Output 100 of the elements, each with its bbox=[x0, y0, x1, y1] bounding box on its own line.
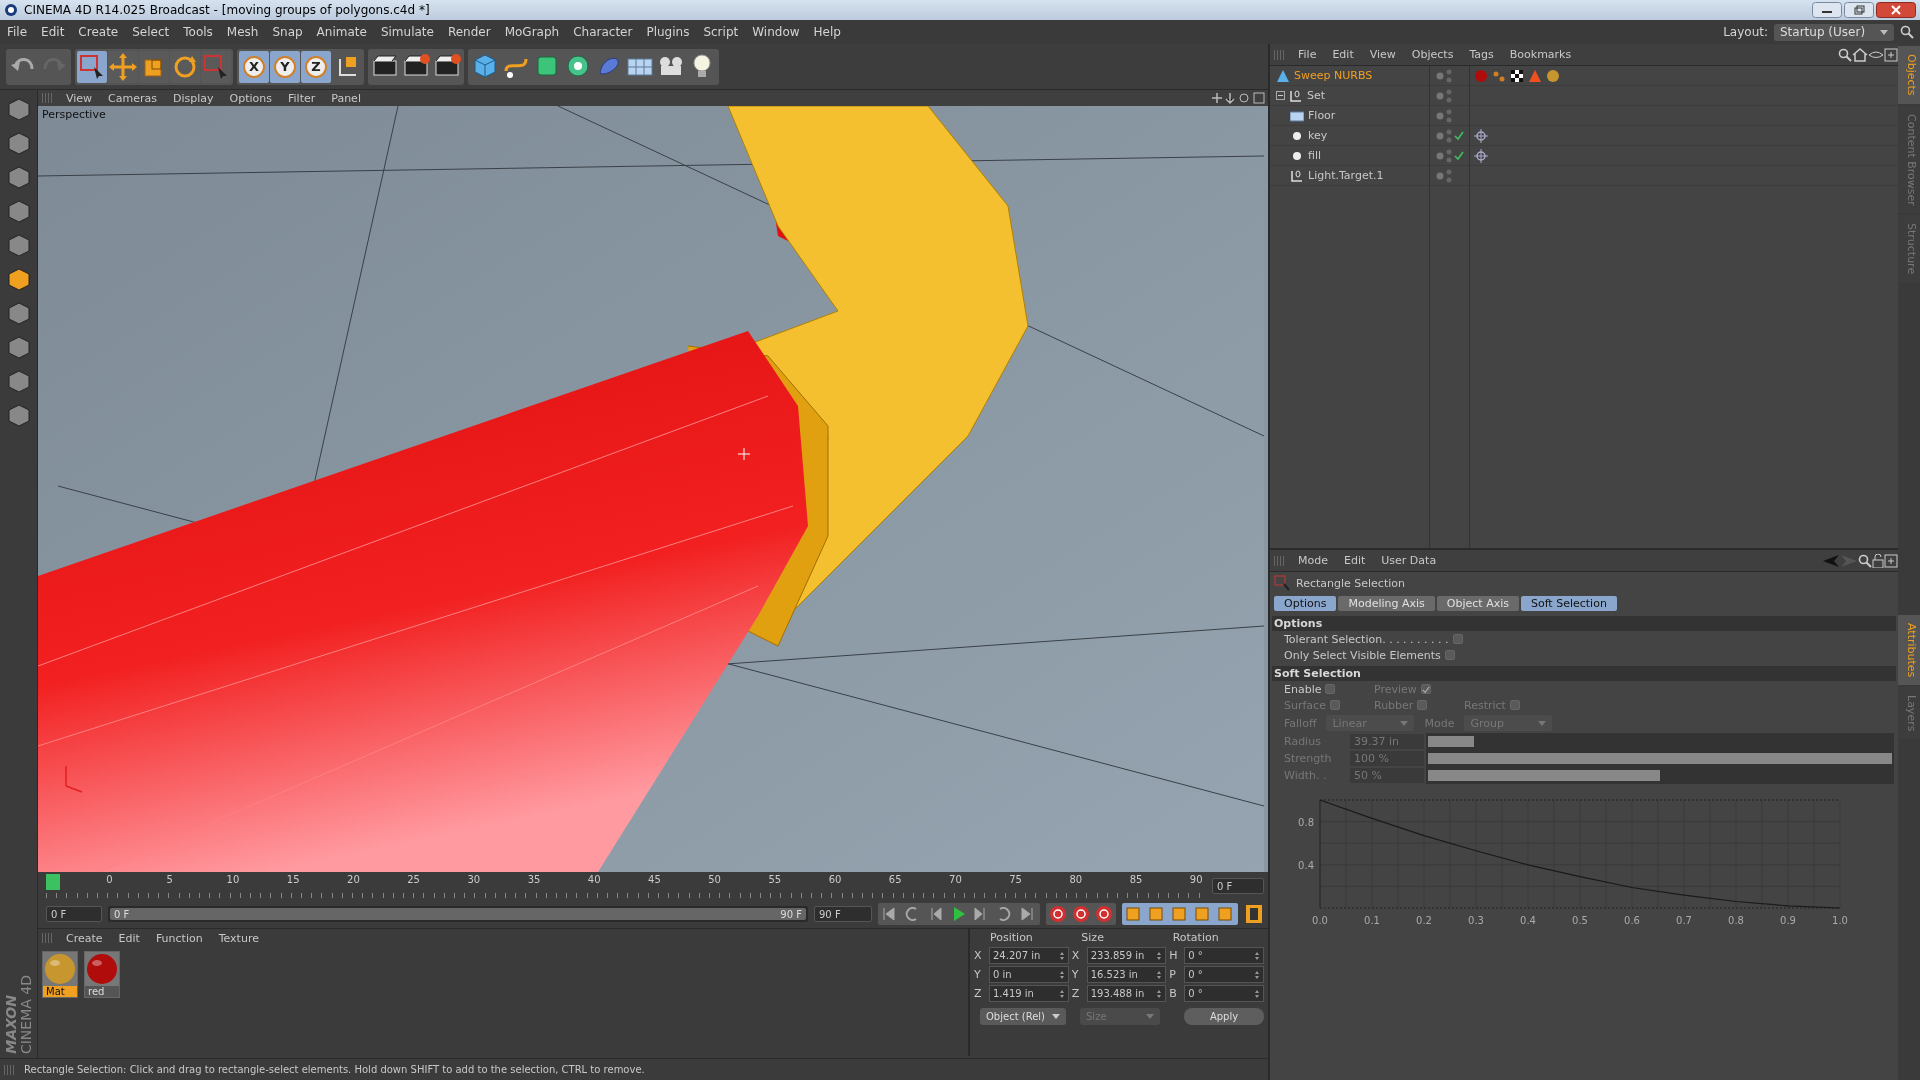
search-icon[interactable] bbox=[1900, 25, 1914, 39]
expand-toggle-icon[interactable] bbox=[1276, 91, 1285, 100]
search-icon[interactable] bbox=[1858, 553, 1872, 568]
menu-item[interactable]: Plugins bbox=[639, 25, 697, 39]
spinner-arrows-icon[interactable] bbox=[1058, 951, 1065, 960]
slider-track[interactable] bbox=[1426, 733, 1894, 750]
rotation-field[interactable]: 0 ° bbox=[1184, 966, 1264, 983]
target-tag-icon[interactable] bbox=[1474, 128, 1488, 143]
rotation-field[interactable]: 0 ° bbox=[1184, 985, 1264, 1002]
render-dots-icon[interactable] bbox=[1446, 148, 1452, 163]
viewport-menu-item[interactable]: Display bbox=[165, 91, 222, 105]
falloff-graph[interactable]: 0.0 0.1 0.2 0.3 0.4 0.5 0.6 0.7 0.8 0.9 1.0 0.4 0.8 bbox=[1280, 790, 1870, 930]
position-field[interactable]: 24.207 in bbox=[989, 947, 1069, 964]
object-name[interactable]: fill bbox=[1308, 149, 1322, 162]
home-icon[interactable] bbox=[1852, 47, 1868, 62]
size-field[interactable]: 233.859 in bbox=[1086, 947, 1167, 964]
menu-item[interactable]: File bbox=[1290, 48, 1325, 61]
render-dots-icon[interactable] bbox=[1446, 128, 1452, 143]
axis-lock-button[interactable]: Y bbox=[274, 55, 296, 78]
visibility-dot-icon[interactable] bbox=[1436, 131, 1444, 140]
render-dots-icon[interactable] bbox=[1446, 68, 1452, 83]
minimize-icon[interactable] bbox=[1812, 2, 1842, 18]
target-tag-icon[interactable] bbox=[1474, 148, 1488, 163]
menu-item[interactable]: Snap bbox=[265, 25, 310, 39]
menu-item[interactable]: Tools bbox=[176, 25, 220, 39]
viewport-menu-item[interactable]: View bbox=[58, 91, 101, 105]
object-name[interactable]: key bbox=[1308, 129, 1328, 142]
visibility-dot-icon[interactable] bbox=[1436, 171, 1444, 180]
keyframe-help-icon[interactable] bbox=[1093, 904, 1115, 924]
menu-item[interactable]: User Data bbox=[1373, 554, 1445, 567]
tab[interactable]: Options bbox=[1274, 596, 1337, 611]
menu-item[interactable]: Tags bbox=[1461, 48, 1502, 61]
axis-lock-button[interactable]: Z bbox=[305, 55, 327, 78]
size-field[interactable]: 16.523 in bbox=[1086, 966, 1167, 983]
object-name[interactable]: Light.Target.1 bbox=[1308, 169, 1384, 182]
timeline-window-icon[interactable] bbox=[1244, 903, 1264, 925]
record-keys-icon[interactable] bbox=[1047, 904, 1069, 924]
viewport-menu-item[interactable]: Cameras bbox=[100, 91, 165, 105]
menu-item[interactable]: Bookmarks bbox=[1501, 48, 1580, 61]
menu-item[interactable]: Render bbox=[440, 25, 498, 39]
object-name[interactable]: Floor bbox=[1308, 109, 1336, 122]
search-icon[interactable] bbox=[1838, 47, 1852, 62]
material-swatch[interactable]: red bbox=[84, 951, 120, 998]
menu-item[interactable]: Mesh bbox=[219, 25, 266, 39]
menu-item[interactable]: Mode bbox=[1290, 554, 1336, 567]
close-icon[interactable] bbox=[1876, 2, 1916, 18]
menu-item[interactable]: Animate bbox=[309, 25, 374, 39]
spinner-arrows-icon[interactable] bbox=[1156, 989, 1163, 998]
enabled-check-icon[interactable] bbox=[1454, 150, 1464, 161]
render-dots-icon[interactable] bbox=[1446, 168, 1452, 183]
material-menu-item[interactable]: Create bbox=[58, 931, 111, 945]
material-menu-item[interactable]: Texture bbox=[210, 931, 267, 945]
menu-item[interactable]: Script bbox=[696, 25, 746, 39]
menu-item[interactable]: Edit bbox=[34, 25, 72, 39]
frame-range-slider[interactable]: 0 F 90 F bbox=[108, 906, 808, 922]
menu-item[interactable]: Edit bbox=[1336, 554, 1374, 567]
menu-item[interactable]: Select bbox=[125, 25, 177, 39]
menu-item[interactable]: Character bbox=[566, 25, 640, 39]
object-name[interactable]: Set bbox=[1307, 89, 1326, 102]
position-field[interactable]: 1.419 in bbox=[989, 985, 1069, 1002]
size-field[interactable]: 193.488 in bbox=[1086, 985, 1167, 1002]
timeline-ruler[interactable]: 0 5 10 15 20 25 30 35 40 45 50 55 60 65 70 75 80 85 90 bbox=[46, 874, 1204, 898]
checkbox[interactable] bbox=[1325, 684, 1336, 694]
slider-track[interactable] bbox=[1426, 767, 1894, 784]
enabled-check-icon[interactable] bbox=[1454, 130, 1464, 141]
menu-item[interactable]: Objects bbox=[1403, 48, 1462, 61]
render-dots-icon[interactable] bbox=[1446, 88, 1452, 103]
material-menu-item[interactable]: Function bbox=[147, 931, 211, 945]
position-field[interactable]: 0 in bbox=[989, 966, 1069, 983]
new-panel-icon[interactable] bbox=[1884, 553, 1898, 568]
spinner-arrows-icon[interactable] bbox=[1156, 970, 1163, 979]
current-frame-field[interactable]: 0 F bbox=[1212, 878, 1264, 894]
tab[interactable]: Modeling Axis bbox=[1338, 596, 1435, 611]
menu-item[interactable]: Help bbox=[806, 25, 848, 39]
menu-item[interactable]: View bbox=[1361, 48, 1404, 61]
tab[interactable]: Object Axis bbox=[1436, 596, 1519, 611]
autokey-icon[interactable] bbox=[1070, 904, 1092, 924]
viewport-menu-item[interactable]: Filter bbox=[280, 91, 324, 105]
viewport-menu-item[interactable]: Panel bbox=[323, 91, 369, 105]
visibility-dot-icon[interactable] bbox=[1436, 111, 1444, 120]
visibility-dot-icon[interactable] bbox=[1436, 71, 1444, 80]
start-frame-field[interactable]: 0 F bbox=[46, 906, 102, 922]
material-swatch[interactable]: Mat bbox=[42, 951, 78, 998]
spinner-arrows-icon[interactable] bbox=[1058, 989, 1065, 998]
spinner-arrows-icon[interactable] bbox=[1058, 970, 1065, 979]
render-dots-icon[interactable] bbox=[1446, 108, 1452, 123]
spinner-arrows-icon[interactable] bbox=[1254, 989, 1260, 998]
viewport-menu-item[interactable]: Options bbox=[221, 91, 280, 105]
move-tool-icon[interactable] bbox=[108, 51, 138, 82]
axis-lock-button[interactable]: X bbox=[243, 55, 265, 78]
new-panel-icon[interactable] bbox=[1884, 47, 1898, 62]
visibility-dot-icon[interactable] bbox=[1436, 151, 1444, 160]
lock-icon[interactable] bbox=[1872, 553, 1884, 568]
visibility-dot-icon[interactable] bbox=[1436, 91, 1444, 100]
rotation-field[interactable]: 0 ° bbox=[1184, 947, 1264, 964]
menu-item[interactable]: Create bbox=[71, 25, 126, 39]
object-name[interactable]: Sweep NURBS bbox=[1294, 69, 1373, 82]
spinner-arrows-icon[interactable] bbox=[1254, 970, 1260, 979]
menu-item[interactable]: Window bbox=[745, 25, 807, 39]
apply-button[interactable]: Apply bbox=[1184, 1008, 1264, 1025]
